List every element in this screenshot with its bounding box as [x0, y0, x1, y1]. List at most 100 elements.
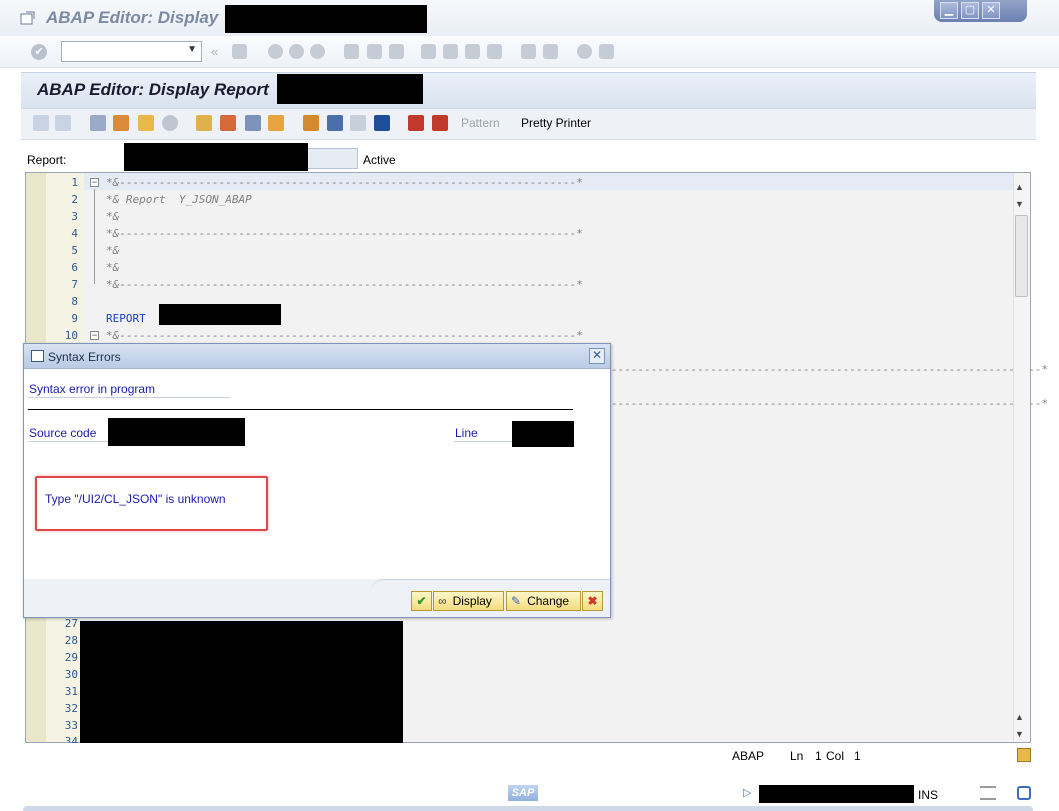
- column-label: Col: [826, 749, 845, 763]
- code-line-tail: ----------------------------------------…: [611, 397, 1049, 410]
- pencil-icon: ✎: [511, 594, 522, 608]
- last-page-icon[interactable]: [487, 44, 502, 59]
- display-change-icon[interactable]: [90, 115, 106, 131]
- close-window-button[interactable]: ✕: [982, 2, 1000, 19]
- next-page-icon[interactable]: [465, 44, 480, 59]
- line-number: 28: [64, 634, 78, 647]
- breakpoint-icon[interactable]: [327, 115, 343, 131]
- check-icon[interactable]: [113, 115, 129, 131]
- continue-button[interactable]: ✔: [411, 591, 432, 611]
- line-number: 27: [64, 617, 78, 630]
- window-menu-icon[interactable]: [20, 10, 36, 26]
- redacted-report-value: [124, 143, 308, 171]
- layout-icon[interactable]: [350, 115, 366, 131]
- line-number: 2: [71, 193, 78, 206]
- command-field[interactable]: ▼: [61, 41, 202, 62]
- forward-arrow-icon[interactable]: [55, 115, 71, 131]
- divider: [28, 409, 573, 410]
- editor-settings-icon[interactable]: [1017, 748, 1031, 762]
- info-icon[interactable]: [374, 115, 390, 131]
- underline: [28, 397, 230, 398]
- pretty-printer-button[interactable]: Pretty Printer: [521, 116, 591, 130]
- line-number: 29: [64, 651, 78, 664]
- maximize-button[interactable]: ▢: [961, 2, 979, 19]
- line-number: 34: [64, 735, 78, 743]
- source-code-label: Source code: [29, 426, 97, 440]
- line-number: 8: [71, 295, 78, 308]
- shortcut-icon[interactable]: [543, 44, 558, 59]
- code-line: *&--------------------------------------…: [106, 329, 583, 342]
- redacted-code-block: [80, 621, 403, 744]
- system-info-toggle-icon[interactable]: ▷: [743, 786, 751, 799]
- fold-guide: [94, 189, 95, 284]
- code-line-report-keyword: REPORT: [106, 312, 146, 325]
- external-breakpoint-icon[interactable]: [432, 115, 448, 131]
- line-number: 30: [64, 668, 78, 681]
- line-number: 6: [71, 261, 78, 274]
- print-icon[interactable]: [344, 44, 359, 59]
- window-controls: ▁ ▢ ✕: [934, 0, 1027, 22]
- scroll-down-line-icon[interactable]: ▼: [1015, 729, 1024, 739]
- editor-status-bar: [25, 743, 1031, 771]
- display-object-list-icon[interactable]: [245, 115, 261, 131]
- redacted-report-statement: [159, 304, 281, 325]
- pattern-button[interactable]: Pattern: [461, 116, 500, 130]
- collapse-block-icon[interactable]: −: [90, 178, 99, 187]
- code-line: *&--------------------------------------…: [106, 176, 583, 189]
- collapse-icon[interactable]: «: [211, 44, 218, 59]
- edit-object-icon[interactable]: [220, 115, 236, 131]
- change-button[interactable]: ✎ Change: [506, 591, 581, 611]
- scroll-up-icon[interactable]: ▲: [1015, 182, 1024, 192]
- find-icon[interactable]: [367, 44, 382, 59]
- find-next-icon[interactable]: [389, 44, 404, 59]
- where-used-icon[interactable]: [196, 115, 212, 131]
- code-line: *&--------------------------------------…: [106, 278, 583, 291]
- status-bar-frame: [23, 806, 1033, 811]
- help-icon[interactable]: [577, 44, 592, 59]
- test-icon[interactable]: [162, 115, 178, 131]
- set-breakpoint-icon[interactable]: [408, 115, 424, 131]
- page-title: ABAP Editor: Display Report: [37, 80, 269, 99]
- back-icon[interactable]: [268, 44, 283, 59]
- language-indicator: ABAP: [732, 749, 765, 763]
- line-number: 3: [71, 210, 78, 223]
- scroll-up-line-icon[interactable]: ▼: [1015, 199, 1024, 209]
- dialog-title: Syntax Errors: [48, 350, 121, 364]
- scroll-down-icon[interactable]: ▲: [1015, 712, 1024, 722]
- display-button-label: Display: [452, 594, 492, 608]
- insert-mode-indicator[interactable]: INS: [918, 788, 938, 802]
- dialog-body: [24, 369, 610, 579]
- enter-icon[interactable]: ✔: [31, 44, 47, 60]
- new-session-icon[interactable]: [521, 44, 536, 59]
- chevron-down-icon[interactable]: ▼: [187, 44, 197, 55]
- report-label: Report:: [27, 153, 67, 167]
- save-icon[interactable]: [232, 44, 247, 59]
- first-page-icon[interactable]: [421, 44, 436, 59]
- line-label: Line: [455, 426, 478, 440]
- window-title: ABAP Editor: Display: [46, 8, 219, 27]
- redacted-source-code-value: [108, 418, 245, 446]
- previous-page-icon[interactable]: [443, 44, 458, 59]
- line-number: 7: [71, 278, 78, 291]
- lock-icon[interactable]: [1017, 786, 1031, 800]
- exit-icon[interactable]: [289, 44, 304, 59]
- line-number: 10: [64, 329, 78, 342]
- cancel-icon[interactable]: [310, 44, 325, 59]
- back-arrow-icon[interactable]: [33, 115, 49, 131]
- collapse-block-icon[interactable]: −: [90, 331, 99, 340]
- cancel-button[interactable]: ✖: [582, 591, 603, 611]
- navigation-window-icon[interactable]: [268, 115, 284, 131]
- line-number: 5: [71, 244, 78, 257]
- minimize-button[interactable]: ▁: [940, 2, 958, 19]
- underline: [454, 441, 512, 442]
- line-number: 9: [71, 312, 78, 325]
- connection-icon: [980, 786, 996, 800]
- close-icon[interactable]: ✕: [589, 348, 605, 364]
- display-button[interactable]: ∞ Display: [433, 591, 504, 611]
- hierarchy-icon[interactable]: [303, 115, 319, 131]
- scrollbar-thumb[interactable]: [1015, 215, 1028, 297]
- activate-icon[interactable]: [138, 115, 154, 131]
- customize-layout-icon[interactable]: [599, 44, 614, 59]
- code-line: *&: [106, 244, 120, 257]
- code-line: *&: [106, 210, 120, 223]
